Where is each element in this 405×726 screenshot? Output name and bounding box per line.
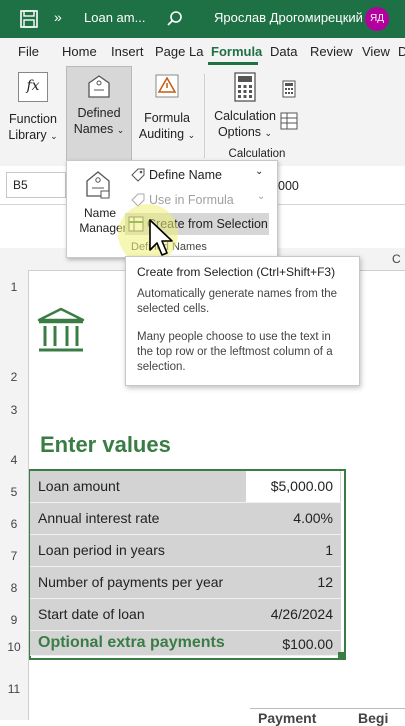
save-icon[interactable] [20,10,38,28]
function-library-button[interactable]: fx Function Library ⌄ [6,72,60,156]
tab-developer[interactable]: De [398,44,405,59]
user-name[interactable]: Ярослав Дрогомирецкий [214,10,363,25]
tooltip-text: the top row or the leftmost column of a [137,346,333,358]
column-header-c[interactable]: C [392,252,401,266]
tab-view[interactable]: View [362,44,390,59]
name-box[interactable]: B5 [6,172,66,198]
section-heading: Enter values [40,432,171,457]
cell-label[interactable]: Annual interest rate [38,510,159,526]
calculator-icon [234,72,256,102]
row-header[interactable]: 6 [0,517,28,531]
tab-data[interactable]: Data [270,44,297,59]
row-header[interactable]: 8 [0,581,28,595]
row-header[interactable]: 10 [0,640,28,654]
calculation-options-button[interactable]: Calculation Options ⌄ [212,72,278,142]
tab-insert[interactable]: Insert [111,44,144,59]
tab-home[interactable]: Home [62,44,97,59]
name-tag-icon [88,75,110,98]
column-title-beginning: Begi [358,710,389,726]
cell-value[interactable]: $100.00 [282,636,333,652]
ribbon-divider [204,74,205,158]
cell-value[interactable]: 12 [317,574,333,590]
name-manager-icon [86,171,110,199]
chevron-down-icon: ⌄ [257,191,266,202]
calculate-sheet-icon[interactable] [280,112,298,130]
row-header[interactable]: 9 [0,613,28,627]
tab-formulas[interactable]: Formula [211,44,262,59]
define-name-item[interactable]: Define Name ⌄ [127,164,275,186]
avatar[interactable]: ЯД [365,7,389,31]
ribbon: fx Function Library ⌄ Defined Names ⌄ Fo… [0,66,405,167]
row-header[interactable]: 4 [0,453,28,467]
tab-file[interactable]: File [18,44,39,59]
cell-value[interactable]: 1 [325,542,333,558]
chevron-down-icon: ⌄ [264,128,273,138]
row-header[interactable]: 7 [0,549,28,563]
tooltip: Create from Selection (Ctrl+Shift+F3) Au… [125,256,360,386]
tab-page-layout[interactable]: Page La [155,44,203,59]
cell-label[interactable]: Loan amount [38,478,120,494]
defined-names-button[interactable]: Defined Names ⌄ [66,66,132,164]
row-header[interactable]: 5 [0,485,28,499]
name-manager-button[interactable]: Name Manager [71,165,127,235]
more-commands-chevron[interactable]: » [54,9,62,25]
chevron-down-icon: ⌄ [116,125,125,135]
calculate-now-icon[interactable] [282,80,296,98]
cell-label[interactable]: Start date of loan [38,606,145,622]
tooltip-text: Many people choose to use the text in [137,331,331,343]
formula-auditing-button[interactable]: Formula Auditing ⌄ [136,72,198,156]
tooltip-text: selection. [137,361,186,373]
row-header[interactable]: 2 [0,370,28,384]
row-header[interactable]: 1 [0,280,28,294]
chevron-down-icon: ⌄ [187,130,196,140]
fx-icon: fx [18,72,48,102]
active-tab-underline [208,62,258,65]
bank-icon [37,307,85,352]
row-headers: 1 2 3 4 5 6 7 8 9 10 11 [0,270,29,720]
chevron-down-icon: ⌄ [255,166,264,177]
cell-value[interactable]: $5,000.00 [271,478,333,494]
search-icon[interactable] [166,10,184,28]
fill-handle[interactable] [338,652,344,658]
tooltip-text: selected cells. [137,303,210,315]
row-header[interactable]: 11 [0,682,28,696]
chevron-down-icon: ⌄ [50,131,58,141]
row-header[interactable]: 3 [0,403,28,417]
column-title-payment: Payment [258,710,317,726]
cell-value[interactable]: 4.00% [293,510,333,526]
file-name[interactable]: Loan am... [84,10,145,25]
formula-auditing-icon [155,74,179,98]
tooltip-text: Automatically generate names from the [137,288,338,300]
cell-label[interactable]: Optional extra payments [38,634,225,652]
cell-value[interactable]: 4/26/2024 [271,606,333,622]
formula-bar-value[interactable]: 000 [278,179,299,193]
title-bar: » Loan am... Ярослав Дрогомирецкий ЯД [0,0,405,38]
cell-label[interactable]: Number of payments per year [38,574,223,590]
tooltip-title: Create from Selection (Ctrl+Shift+F3) [137,265,336,279]
ribbon-tabs: File Home Insert Page La Formula Data Re… [0,38,405,67]
tag-icon [131,168,145,182]
cell-label[interactable]: Loan period in years [38,542,165,558]
tab-review[interactable]: Review [310,44,353,59]
